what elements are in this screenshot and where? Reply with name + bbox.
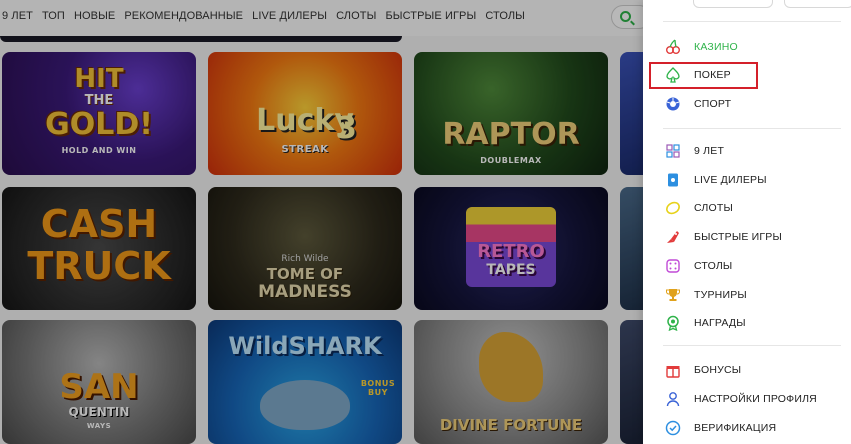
game-subtitle: HOLD AND WIN	[61, 146, 137, 155]
game-tile-cash-truck[interactable]: CASH TRUCK	[2, 187, 196, 310]
nav-link-fast-games[interactable]: БЫСТРЫЕ ИГРЫ	[385, 10, 476, 22]
nav-link-live-dealers[interactable]: LIVE ДИЛЕРЫ	[252, 10, 327, 22]
game-subtitle: Rich Wilde	[281, 254, 329, 264]
game-title: HIT	[74, 64, 124, 94]
game-title: WildSHARK	[228, 332, 382, 360]
game-title: TOME OF	[266, 265, 344, 283]
gift-box-icon	[666, 366, 680, 378]
menu-item-label: СПОРТ	[694, 98, 732, 110]
poker-highlight-annotation	[649, 62, 758, 89]
game-tile-tome-of-madness[interactable]: Rich Wilde TOME OF MADNESS	[208, 187, 402, 310]
menu-item-label: 9 ЛЕТ	[694, 145, 725, 157]
menu-item-casino[interactable]: КАЗИНО	[663, 35, 843, 59]
nav-link-recommended[interactable]: РЕКОМЕНДОВАННЫЕ	[124, 10, 243, 22]
user-icon	[666, 392, 680, 407]
game-tile-san-quentin[interactable]: SAN QUENTIN WAYS	[2, 320, 196, 444]
game-tile-divine-fortune[interactable]: DIVINE FORTUNE	[414, 320, 608, 444]
menu-item-label: СЛОТЫ	[694, 202, 734, 214]
game-tile-lucky-streak-3[interactable]: Lucky 3 Lucky STREAK	[208, 52, 402, 175]
trophy-icon	[666, 289, 680, 301]
menu-item-sport[interactable]: СПОРТ	[663, 92, 843, 116]
menu-item-slots[interactable]: СЛОТЫ	[663, 196, 843, 220]
search-icon	[620, 11, 631, 22]
menu-item-label: LIVE ДИЛЕРЫ	[694, 174, 767, 186]
lemon-icon	[666, 201, 680, 215]
game-subtitle: WAYS	[86, 422, 112, 430]
menu-item-live-dealers[interactable]: LIVE ДИЛЕРЫ	[663, 168, 843, 192]
menu-item-label: ВЕРИФИКАЦИЯ	[694, 422, 777, 434]
dice-icon	[666, 259, 680, 273]
badge-icon	[667, 315, 679, 331]
nav-link-top[interactable]: ТОП	[42, 10, 65, 22]
menu-item-bonuses[interactable]: БОНУСЫ	[663, 358, 843, 382]
menu-item-label: НАГРАДЫ	[694, 317, 746, 329]
bonus-buy-badge: BONUS BUY	[360, 379, 396, 397]
menu-item-profile-settings[interactable]: НАСТРОЙКИ ПРОФИЛЯ	[663, 387, 843, 411]
menu-item-9-years[interactable]: 9 ЛЕТ	[663, 139, 843, 163]
nav-link-9-years[interactable]: 9 ЛЕТ	[2, 10, 33, 22]
nav-link-tables[interactable]: СТОЛЫ	[485, 10, 525, 22]
search-input[interactable]	[611, 5, 643, 29]
game-title: CASH	[40, 202, 158, 246]
menu-item-label: КАЗИНО	[694, 41, 738, 53]
game-title: Lucky	[256, 103, 354, 138]
cherries-icon	[666, 39, 680, 54]
check-badge-icon	[665, 420, 681, 436]
game-tile-wild-shark[interactable]: WildSHARK BONUS BUY	[208, 320, 402, 444]
game-title: DIVINE FORTUNE	[439, 416, 583, 434]
menu-item-label: ТУРНИРЫ	[694, 289, 747, 301]
game-subtitle: STREAK	[281, 144, 329, 155]
game-title: RAPTOR	[442, 117, 580, 152]
live-card-icon	[668, 173, 678, 187]
game-tile-partial[interactable]	[620, 320, 643, 444]
menu-item-verification[interactable]: ВЕРИФИКАЦИЯ	[663, 416, 843, 440]
game-title: SAN	[59, 367, 139, 407]
game-title: GOLD!	[45, 107, 153, 142]
nav-link-new[interactable]: НОВЫЕ	[74, 10, 115, 22]
game-tile-hit-the-gold[interactable]: HIT THE GOLD! HOLD AND WIN	[2, 52, 196, 175]
menu-item-rewards[interactable]: НАГРАДЫ	[663, 311, 843, 335]
game-title: QUENTIN	[68, 405, 130, 419]
category-nav: 9 ЛЕТ ТОП НОВЫЕ РЕКОМЕНДОВАННЫЕ LIVE ДИЛЕРЫ С…	[0, 0, 643, 36]
panel-top-button[interactable]	[784, 0, 851, 8]
game-title: TRUCK	[27, 244, 171, 288]
divider	[663, 21, 841, 22]
game-title: RETRO	[477, 241, 545, 262]
game-title: MADNESS	[258, 282, 352, 302]
game-subtitle: DOUBLEMAX	[480, 156, 542, 165]
rocket-icon	[667, 231, 679, 243]
divider	[663, 345, 841, 346]
shark-graphic	[260, 380, 350, 430]
gift-icon	[666, 144, 680, 158]
panel-top-button[interactable]	[693, 0, 773, 8]
game-tile-partial[interactable]	[620, 187, 643, 310]
menu-item-label: НАСТРОЙКИ ПРОФИЛЯ	[694, 393, 817, 405]
game-title: 3	[336, 111, 357, 146]
divider	[663, 128, 841, 129]
menu-item-fast-games[interactable]: БЫСТРЫЕ ИГРЫ	[663, 225, 843, 249]
ball-icon	[666, 97, 680, 111]
menu-item-label: БЫСТРЫЕ ИГРЫ	[694, 231, 782, 243]
menu-item-label: БОНУСЫ	[694, 364, 742, 376]
menu-item-label: СТОЛЫ	[694, 260, 733, 272]
game-title: THE	[84, 93, 114, 108]
game-tile-partial[interactable]	[620, 52, 643, 175]
game-tile-raptor[interactable]: RAPTOR DOUBLEMAX	[414, 52, 608, 175]
game-tile-retro-tapes[interactable]: RETRO TAPES	[414, 187, 608, 310]
previous-row-tile-edge	[0, 36, 402, 42]
game-title: TAPES	[486, 262, 536, 278]
menu-item-tables[interactable]: СТОЛЫ	[663, 254, 843, 278]
pegasus-graphic	[479, 332, 543, 402]
nav-link-slots[interactable]: СЛОТЫ	[336, 10, 376, 22]
game-catalog: 9 ЛЕТ ТОП НОВЫЕ РЕКОМЕНДОВАННЫЕ LIVE ДИЛЕРЫ С…	[0, 0, 643, 444]
menu-item-tournaments[interactable]: ТУРНИРЫ	[663, 283, 843, 307]
